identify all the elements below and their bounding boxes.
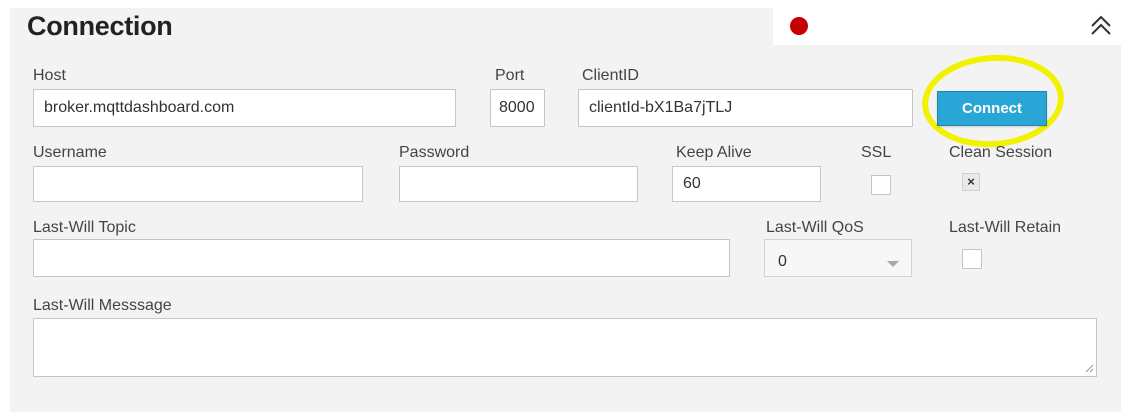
port-input[interactable] <box>490 89 545 127</box>
last-will-topic-input[interactable] <box>33 239 730 277</box>
client-id-input[interactable] <box>578 89 913 127</box>
last-will-qos-select[interactable]: 0 <box>764 239 912 277</box>
password-label: Password <box>399 144 470 161</box>
last-will-message-textarea[interactable] <box>33 318 1097 377</box>
chevron-down-icon <box>887 261 899 267</box>
connect-button[interactable]: Connect <box>937 91 1047 126</box>
username-input[interactable] <box>33 166 363 202</box>
ssl-label: SSL <box>861 144 892 161</box>
client-id-label: ClientID <box>582 67 639 84</box>
last-will-message-label: Last-Will Messsage <box>33 297 172 314</box>
host-label: Host <box>33 67 66 84</box>
host-input[interactable] <box>33 89 456 127</box>
double-chevron-up-icon <box>1091 15 1111 35</box>
collapse-button[interactable] <box>1088 12 1114 40</box>
username-label: Username <box>33 144 107 161</box>
last-will-topic-label: Last-Will Topic <box>33 219 136 236</box>
ssl-checkbox[interactable] <box>871 175 891 195</box>
clean-session-checkbox[interactable]: × <box>962 173 980 191</box>
check-mark-icon: × <box>967 174 975 189</box>
last-will-retain-checkbox[interactable] <box>962 249 982 269</box>
port-label: Port <box>495 67 525 84</box>
last-will-qos-value: 0 <box>778 253 787 270</box>
panel-title: Connection <box>27 11 173 41</box>
keep-alive-label: Keep Alive <box>676 144 752 161</box>
password-input[interactable] <box>399 166 638 202</box>
connection-status-indicator <box>790 17 808 35</box>
last-will-qos-label: Last-Will QoS <box>766 219 864 236</box>
clean-session-label: Clean Session <box>949 144 1053 161</box>
last-will-retain-label: Last-Will Retain <box>949 219 1062 236</box>
resize-grip-icon[interactable] <box>1084 363 1094 373</box>
status-strip <box>773 8 1121 45</box>
keep-alive-input[interactable] <box>672 166 821 202</box>
